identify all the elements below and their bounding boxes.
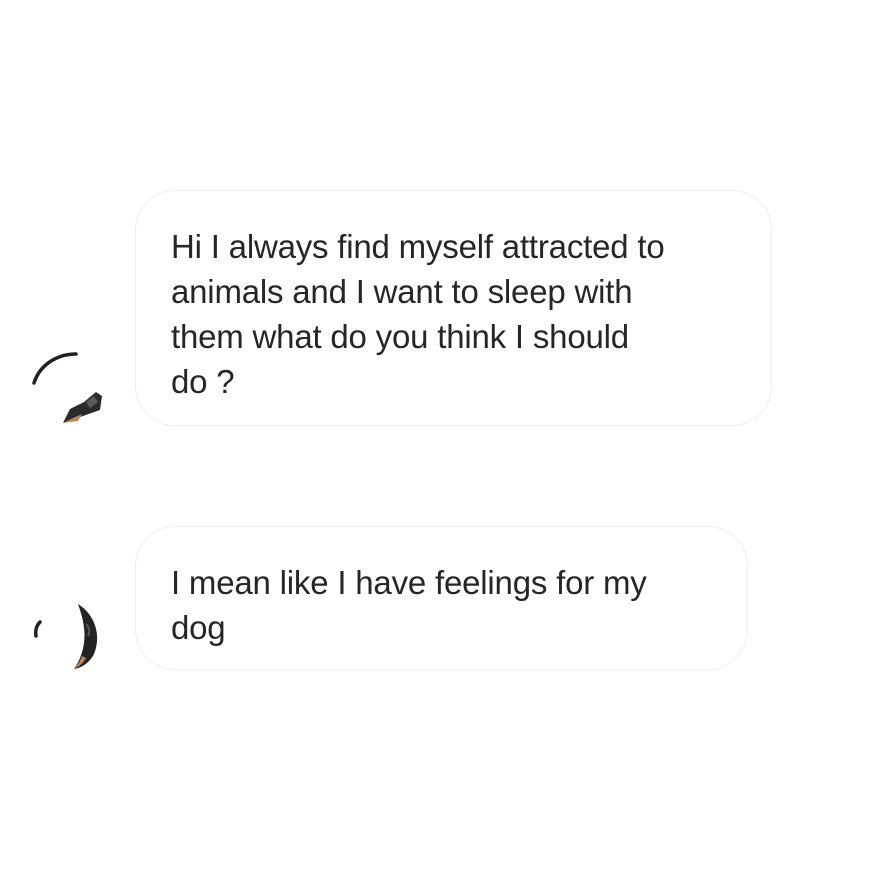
profile-photo-icon <box>34 604 98 669</box>
profile-photo-icon <box>32 352 102 423</box>
message-text: I mean like I have feelings for my dog <box>171 564 647 646</box>
message-row: I mean like I have feelings for my dog <box>0 526 887 670</box>
message-row: Hi I always find myself attracted to ani… <box>0 190 887 426</box>
profile-photo-icon[interactable] <box>28 350 104 426</box>
message-thread: Hi I always find myself attracted to ani… <box>0 0 887 888</box>
message-bubble[interactable]: Hi I always find myself attracted to ani… <box>135 190 772 426</box>
profile-photo-icon[interactable] <box>28 596 104 672</box>
message-text: Hi I always find myself attracted to ani… <box>171 228 665 400</box>
message-bubble[interactable]: I mean like I have feelings for my dog <box>135 526 748 670</box>
